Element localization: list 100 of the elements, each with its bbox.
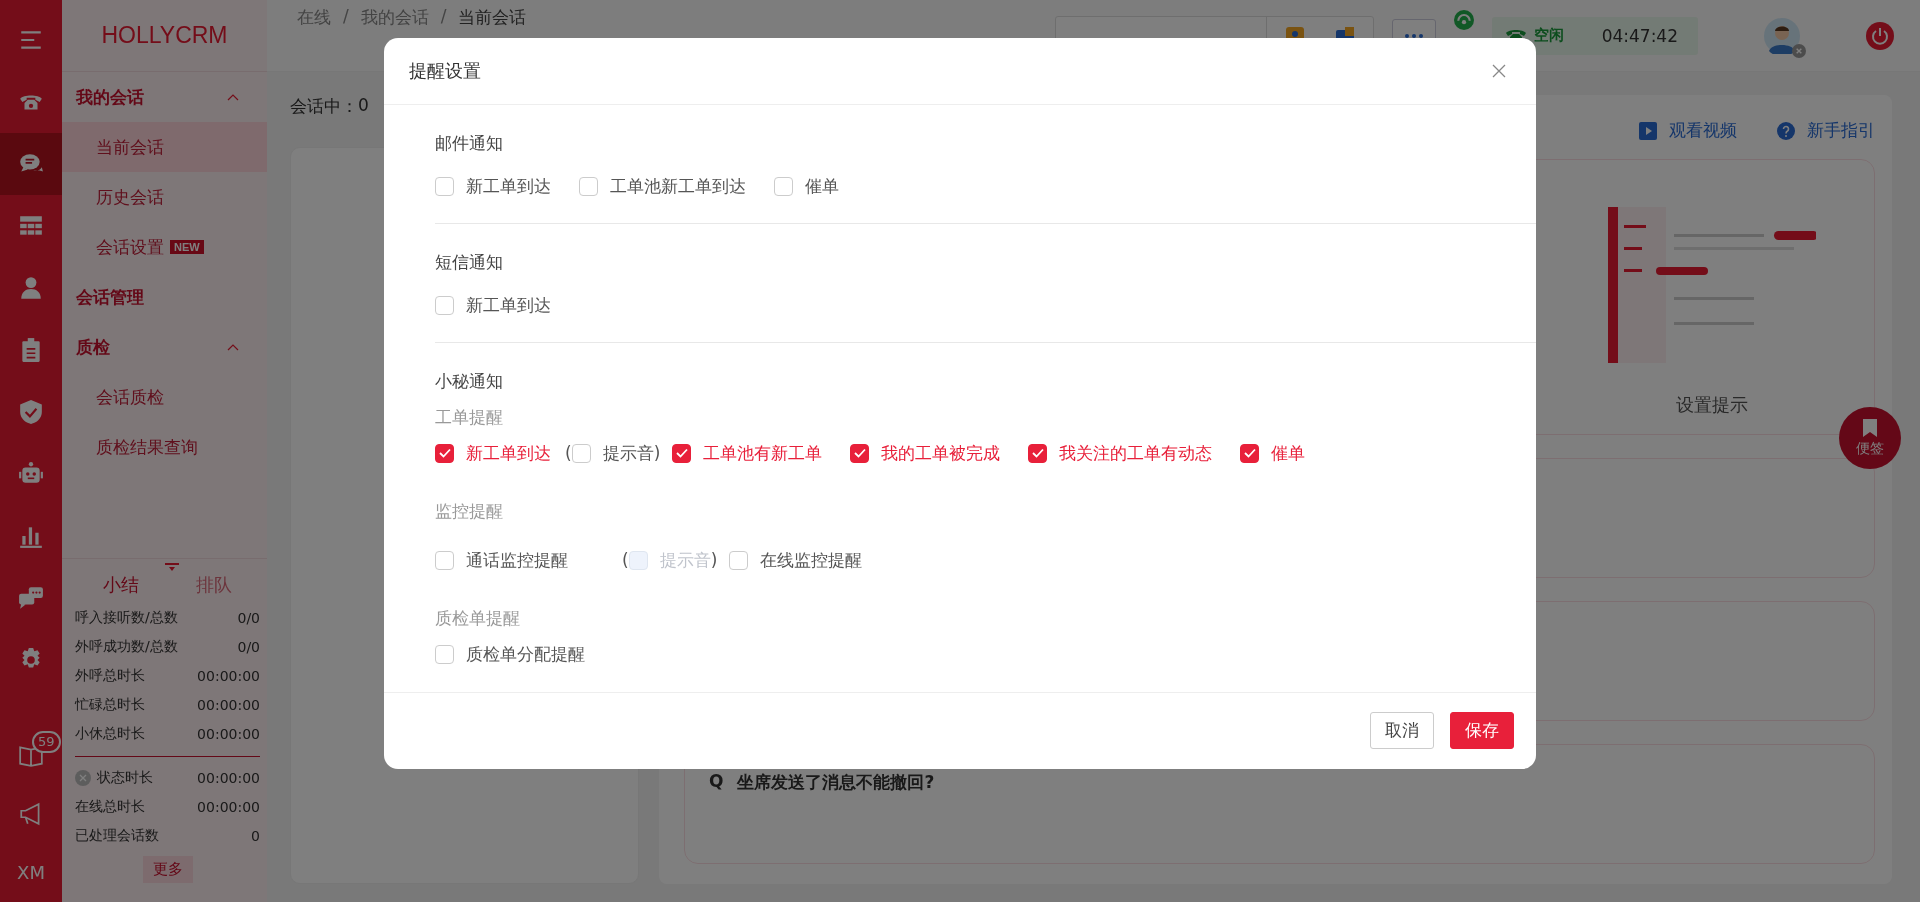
stat-label: 外呼总时长 xyxy=(75,666,145,685)
paren: ( xyxy=(565,442,572,465)
breadcrumb-separator: / xyxy=(440,6,447,28)
save-button[interactable]: 保存 xyxy=(1450,712,1514,749)
menu-group[interactable]: 我的会话 xyxy=(62,72,267,122)
checkbox-label[interactable]: 质检单分配提醒 xyxy=(466,642,585,666)
bookmark-icon xyxy=(1863,418,1877,437)
stat-label: 小休总时长 xyxy=(75,724,145,743)
checkbox-label[interactable]: 新工单到达 xyxy=(466,293,551,317)
more-button[interactable]: 更多 xyxy=(142,856,193,883)
tip-caption: 设置提示 xyxy=(1676,393,1748,417)
summary-tab[interactable]: 小结 xyxy=(103,573,140,597)
check-icon xyxy=(1243,448,1256,458)
more-icon xyxy=(1403,32,1424,39)
rail-tab[interactable]: 59 xyxy=(0,725,62,784)
group-title: 监控提醒 xyxy=(435,500,504,523)
checkbox[interactable] xyxy=(579,176,598,196)
checkbox-label[interactable]: 催单 xyxy=(805,174,839,198)
checkbox[interactable] xyxy=(850,443,870,463)
dialog-title: 提醒设置 xyxy=(409,59,481,83)
check-icon xyxy=(675,448,688,458)
check-icon xyxy=(1031,448,1044,458)
menu-item[interactable]: 会话设置 NEW xyxy=(62,222,267,272)
question-marker: Q xyxy=(709,771,724,793)
group-title: 工单提醒 xyxy=(435,406,504,429)
stat-value: 0 xyxy=(251,827,260,844)
checkbox-label[interactable]: 我的工单被完成 xyxy=(881,441,1001,465)
stat-value: 0/0 xyxy=(237,638,260,655)
checkbox-label[interactable]: 新工单到达 xyxy=(466,174,551,198)
person-icon xyxy=(18,275,44,301)
group-title: 质检单提醒 xyxy=(435,607,521,630)
menu-group[interactable]: 质检 xyxy=(62,322,267,372)
checkbox[interactable] xyxy=(774,176,793,196)
checkbox-label[interactable]: 通话监控提醒 xyxy=(466,548,568,572)
menu-item[interactable]: 会话质检 xyxy=(62,372,267,422)
breadcrumb-item[interactable]: 当前会话 xyxy=(458,6,527,29)
help-link[interactable]: 观看视频 xyxy=(1639,119,1737,142)
connection-icon xyxy=(1453,10,1474,30)
session-count: 0 xyxy=(358,95,369,115)
session-count-label: 会话中： xyxy=(290,95,358,118)
checkbox-label[interactable]: 工单池新工单到达 xyxy=(610,174,746,198)
checkbox[interactable] xyxy=(435,550,454,570)
status-timer: 04:47:42 xyxy=(1601,25,1678,46)
checkbox[interactable] xyxy=(435,443,454,463)
section-title: 邮件通知 xyxy=(435,132,504,155)
agent-status[interactable]: 空闲 04:47:42 xyxy=(1491,16,1698,55)
checkbox[interactable] xyxy=(435,644,454,664)
checkbox-label[interactable]: 在线监控提醒 xyxy=(760,548,863,572)
check-icon xyxy=(853,448,866,458)
menu-item-label: 会话质检 xyxy=(96,385,164,409)
play-icon xyxy=(1639,121,1657,140)
paren: ) xyxy=(653,442,661,465)
avatar[interactable] xyxy=(1764,17,1800,54)
offline-badge-icon xyxy=(1792,43,1806,58)
help-icon xyxy=(1777,121,1795,140)
checkbox[interactable] xyxy=(672,443,692,463)
summary-tab[interactable]: 排队 xyxy=(195,573,232,597)
logo: HOLLYCRM xyxy=(101,22,228,49)
checkbox-label[interactable]: 工单池有新工单 xyxy=(703,441,823,465)
menu-group[interactable]: 会话管理 xyxy=(62,272,267,322)
stat-label: 呼入接听数/总数 xyxy=(75,608,178,627)
checkbox[interactable] xyxy=(571,443,591,463)
section-title: 小秘通知 xyxy=(435,370,504,393)
faq-question: 坐席发送了消息不能撤回? xyxy=(737,771,935,794)
checkbox[interactable] xyxy=(435,295,454,315)
paren: ( xyxy=(622,549,629,572)
comments-icon xyxy=(18,585,44,611)
checkbox-label[interactable]: 我关注的工单有动态 xyxy=(1059,441,1213,465)
checkbox[interactable] xyxy=(1028,443,1048,463)
checkbox-label[interactable]: 催单 xyxy=(1271,441,1306,465)
close-icon[interactable] xyxy=(1492,64,1506,78)
menu-item[interactable]: 当前会话 xyxy=(62,122,267,172)
menu-item-label: 当前会话 xyxy=(96,135,164,159)
checkbox[interactable] xyxy=(1240,443,1260,463)
cancel-button[interactable]: 取消 xyxy=(1370,712,1434,749)
rail-tab[interactable] xyxy=(0,133,62,195)
paren: ) xyxy=(710,549,718,572)
stat-value: 0/0 xyxy=(237,609,260,626)
checkbox-label[interactable]: 提示音 xyxy=(602,441,654,465)
stat-value: 00:00:00 xyxy=(197,696,260,713)
stat-label: 已处理会话数 xyxy=(75,826,159,845)
power-icon[interactable] xyxy=(1866,21,1894,50)
menu-item[interactable]: 历史会话 xyxy=(62,172,267,222)
stat-value: 00:00:00 xyxy=(197,798,260,815)
breadcrumb-item[interactable]: 我的会话 xyxy=(360,6,429,29)
help-link[interactable]: 新手指引 xyxy=(1777,119,1875,142)
checkbox[interactable] xyxy=(435,176,454,196)
menu-item[interactable]: 质检结果查询 xyxy=(62,422,267,472)
checkbox-label[interactable]: 新工单到达 xyxy=(466,441,551,465)
stat-value: 00:00:00 xyxy=(197,667,260,684)
section-title: 短信通知 xyxy=(435,251,504,274)
checkbox[interactable] xyxy=(729,550,749,570)
check-icon xyxy=(438,448,451,458)
count-badge: 59 xyxy=(32,731,61,753)
filter-icon xyxy=(165,563,179,571)
new-badge: NEW xyxy=(170,240,204,254)
breadcrumb-item[interactable]: 在线 xyxy=(297,6,331,29)
rail-tab[interactable]: XM xyxy=(0,843,62,902)
status-label: 空闲 xyxy=(1533,26,1564,45)
menu-item-label: 历史会话 xyxy=(96,185,164,209)
